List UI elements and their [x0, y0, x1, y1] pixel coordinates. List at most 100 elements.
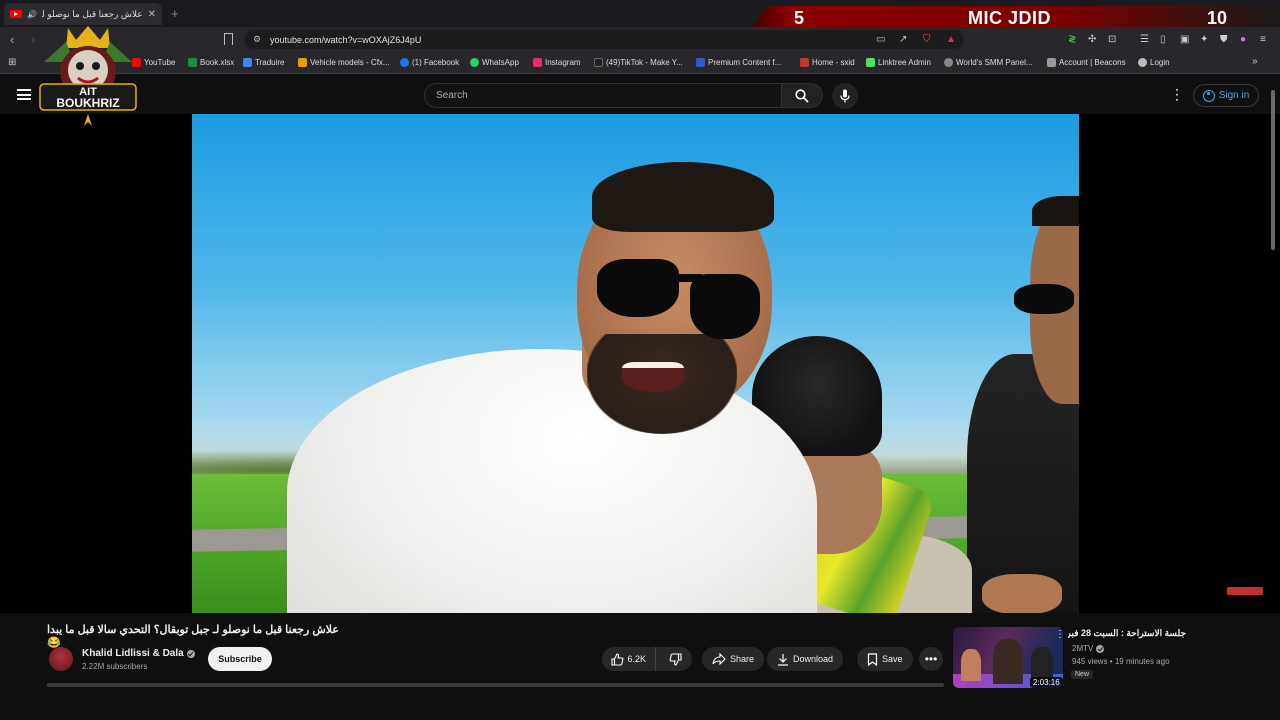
forward-icon[interactable]: ›: [31, 32, 35, 47]
close-tab-icon[interactable]: ✕: [148, 9, 156, 20]
leo-ai-icon[interactable]: ✦: [1200, 34, 1208, 45]
speaker-icon[interactable]: 🔊: [27, 10, 37, 19]
sign-in-button[interactable]: Sign in: [1193, 84, 1259, 107]
recommended-title[interactable]: جلسة الاستراحة : السبت 28 فبراير 2026: [1068, 628, 1186, 639]
search-input[interactable]: [436, 88, 766, 102]
recommended-more-icon[interactable]: ⋮: [1055, 629, 1065, 640]
video-frame-person-right-hand: [982, 574, 1062, 613]
sign-in-label: Sign in: [1218, 90, 1250, 101]
recommended-channel[interactable]: 2MTV: [1072, 644, 1105, 653]
scrollbar-thumb[interactable]: [1271, 90, 1275, 250]
rewards-icon[interactable]: ▲: [946, 34, 956, 45]
search-icon: [795, 89, 809, 103]
description-divider: [47, 683, 944, 687]
video-frame-person-right-hair: [1032, 196, 1079, 226]
bookmark-instagram[interactable]: Instagram: [533, 58, 581, 67]
microphone-icon: [840, 89, 850, 103]
facebook-bookmark-icon: [400, 58, 409, 67]
search-button[interactable]: [781, 83, 823, 108]
url-text[interactable]: youtube.com/watch?v=wOXAjZ6J4pU: [270, 35, 421, 45]
video-title: علاش رجعنا قبل ما نوصلو لـ جبل توبقال؟ ا…: [47, 624, 339, 649]
like-count: 6.2K: [627, 654, 647, 664]
video-player[interactable]: [192, 114, 1079, 613]
tiktok-bookmark-icon: [594, 58, 603, 67]
recommended-meta: 945 views • 19 minutes ago: [1072, 657, 1170, 666]
bookmark-book-xlsx[interactable]: Book.xlsx: [188, 58, 234, 67]
reading-list-icon[interactable]: ☰: [1140, 34, 1149, 45]
save-button[interactable]: Save: [857, 647, 913, 671]
translate-bookmark-icon: [243, 58, 252, 67]
cast-icon[interactable]: ▭: [876, 34, 885, 45]
bookmark-smm-panel[interactable]: World's SMM Panel...: [944, 58, 1033, 67]
guide-menu-icon[interactable]: [17, 89, 31, 100]
more-bookmarks-icon[interactable]: »: [1252, 56, 1258, 67]
site-info-icon[interactable]: ⚙: [253, 34, 261, 45]
beacons-bookmark-icon: [1047, 58, 1056, 67]
fivem-bookmark-icon: [298, 58, 307, 67]
share-page-icon[interactable]: ↗: [899, 34, 907, 45]
score-left: 5: [794, 8, 805, 28]
recommended-duration: 2:03:16: [1030, 677, 1063, 688]
tab-groups-icon[interactable]: ▣: [1180, 34, 1189, 45]
account-icon: [1202, 89, 1215, 102]
more-actions-button[interactable]: •••: [919, 647, 943, 671]
apps-grid-icon[interactable]: ⊞: [8, 57, 16, 68]
share-label: Share: [730, 654, 755, 664]
subscribe-button[interactable]: Subscribe: [208, 647, 272, 671]
whatsapp-bookmark-icon: [470, 58, 479, 67]
like-dislike-group: 6.2K: [602, 647, 692, 671]
sheets-bookmark-icon: [188, 58, 197, 67]
thumbs-up-icon: [610, 652, 623, 666]
subscribe-watermark-icon[interactable]: [1227, 587, 1263, 595]
extension-icon[interactable]: ≷: [1068, 34, 1076, 45]
bookmark-tiktok[interactable]: (49)TikTok - Make Y...: [594, 58, 683, 67]
brave-shield-icon[interactable]: ⛉: [923, 34, 931, 45]
share-button[interactable]: Share: [702, 647, 765, 671]
svg-text:BOUKHRIZ: BOUKHRIZ: [56, 96, 119, 110]
bookmark-linktree[interactable]: Linktree Admin: [866, 58, 931, 67]
bookmark-vehicle-models[interactable]: Vehicle models - Cfx...: [298, 58, 390, 67]
bookmark-premium-content[interactable]: Premium Content f...: [696, 58, 781, 67]
new-tab-icon[interactable]: +: [171, 6, 179, 21]
bookmark-facebook[interactable]: (1) Facebook: [400, 58, 459, 67]
instagram-bookmark-icon: [533, 58, 542, 67]
verified-badge-icon: [186, 649, 195, 658]
vpn-icon[interactable]: ⛊: [1220, 34, 1228, 45]
recommended-channel-name: 2MTV: [1072, 644, 1094, 653]
subscriber-count: 2.22M subscribers: [82, 662, 148, 671]
back-icon[interactable]: ‹: [10, 32, 14, 47]
bookmark-home-sxid[interactable]: Home - sxid: [800, 58, 855, 67]
premium-bookmark-icon: [696, 58, 705, 67]
bookmark-page-icon[interactable]: [224, 33, 233, 45]
new-badge: New: [1071, 670, 1094, 679]
browser-menu-icon[interactable]: ≡: [1260, 34, 1266, 45]
login-bookmark-icon: [1138, 58, 1147, 67]
video-frame-main-hair: [592, 162, 774, 232]
bookmark-whatsapp[interactable]: WhatsApp: [470, 58, 519, 67]
share-arrow-icon: [712, 653, 726, 665]
like-button[interactable]: 6.2K: [602, 647, 656, 671]
channel-name: Khalid Lidlissi & Dala: [82, 648, 184, 659]
tab-title: علاش رجعنا قبل ما نوصلو لـ جبل: [42, 8, 143, 19]
score-right: 10: [1207, 8, 1228, 28]
score-title: MIC JDID: [968, 8, 1052, 28]
channel-avatar[interactable]: [49, 647, 73, 671]
thumbnail-person-right: [1031, 647, 1053, 681]
smm-bookmark-icon: [944, 58, 953, 67]
sidebar-icon[interactable]: ▯: [1160, 34, 1166, 45]
dislike-button[interactable]: [660, 647, 692, 671]
bookmark-traduire[interactable]: Traduire: [243, 58, 285, 67]
screenshot-icon[interactable]: ⊡: [1108, 34, 1116, 45]
download-icon: [778, 653, 788, 666]
wallet-icon[interactable]: ●: [1240, 34, 1246, 45]
video-frame-main-mouth: [622, 362, 684, 392]
download-label: Download: [793, 654, 834, 664]
voice-search-button[interactable]: [832, 83, 858, 109]
youtube-favicon-icon: [10, 10, 22, 18]
bookmark-beacons[interactable]: Account | Beacons: [1047, 58, 1126, 67]
channel-name-link[interactable]: Khalid Lidlissi & Dala: [82, 648, 195, 659]
download-button[interactable]: Download: [767, 647, 844, 671]
extensions-puzzle-icon[interactable]: ✣: [1088, 34, 1096, 45]
settings-more-icon[interactable]: ⋮: [1170, 87, 1184, 101]
bookmark-login[interactable]: Login: [1138, 58, 1170, 67]
